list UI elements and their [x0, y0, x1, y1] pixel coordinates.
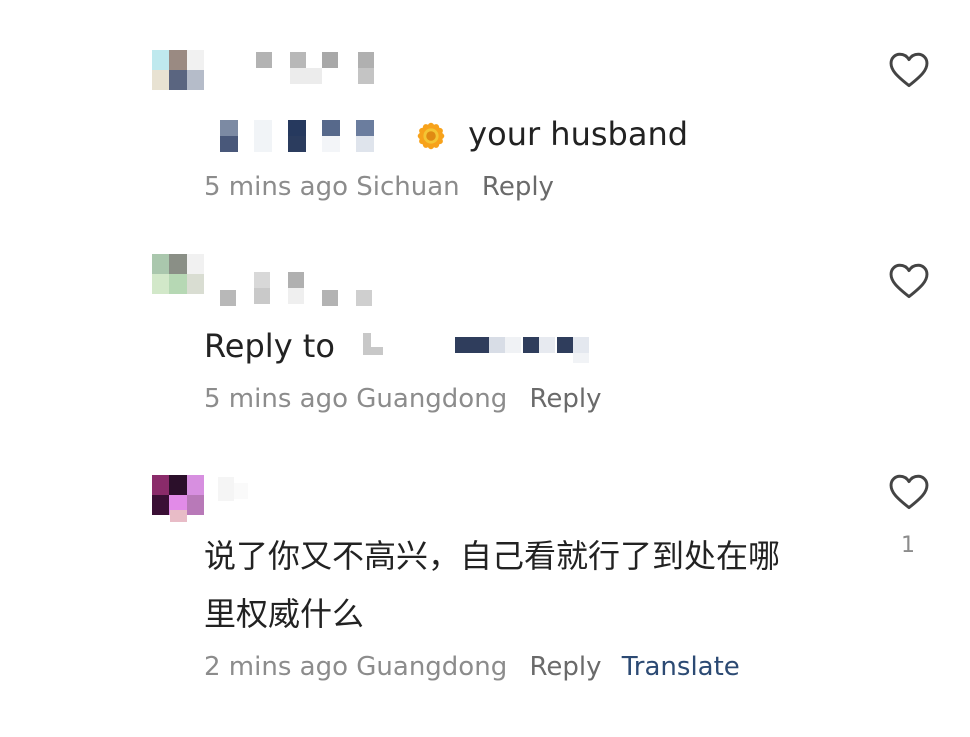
comment-text: 说了你又不高兴，自己看就行了到处在哪 里权威什么 [204, 530, 780, 640]
comment-text-content: your husband [468, 115, 689, 153]
location: Guangdong [356, 384, 508, 414]
location: Guangdong [356, 652, 508, 682]
like-count: 1 [901, 533, 915, 558]
reply-button[interactable]: Reply [529, 652, 601, 682]
heart-icon[interactable] [887, 470, 931, 514]
heart-icon[interactable] [887, 259, 931, 303]
comment-meta: 5 mins ago Sichuan Reply [204, 172, 554, 202]
comment-text-line-1: 说了你又不高兴，自己看就行了到处在哪 [204, 537, 781, 575]
avatar[interactable] [152, 50, 204, 90]
timestamp: 5 mins ago [204, 384, 348, 414]
avatar[interactable] [152, 475, 204, 515]
reply-button[interactable]: Reply [529, 384, 601, 414]
comment-meta: 2 mins ago Guangdong Reply Translate [204, 652, 740, 682]
username-redacted[interactable] [218, 270, 378, 306]
mention-redacted[interactable] [204, 118, 400, 154]
heart-icon[interactable] [887, 48, 931, 92]
username-redacted[interactable] [218, 50, 378, 84]
avatar[interactable] [152, 254, 204, 294]
timestamp: 2 mins ago [204, 652, 348, 682]
comment-text-line-2: 里权威什么 [204, 595, 365, 633]
reply-to-line: Reply to [204, 320, 601, 372]
comment-meta: 5 mins ago Guangdong Reply [204, 384, 601, 414]
comment-text: your husband [204, 108, 688, 160]
username-redacted[interactable] [218, 475, 378, 509]
location: Sichuan [356, 172, 460, 202]
reply-to-label: Reply to [204, 327, 335, 365]
avatar-edge [170, 510, 187, 522]
translate-button[interactable]: Translate [622, 652, 740, 682]
mention-redacted[interactable] [351, 331, 601, 365]
reply-button[interactable]: Reply [482, 172, 554, 202]
timestamp: 5 mins ago [204, 172, 348, 202]
flower-icon [417, 122, 445, 150]
